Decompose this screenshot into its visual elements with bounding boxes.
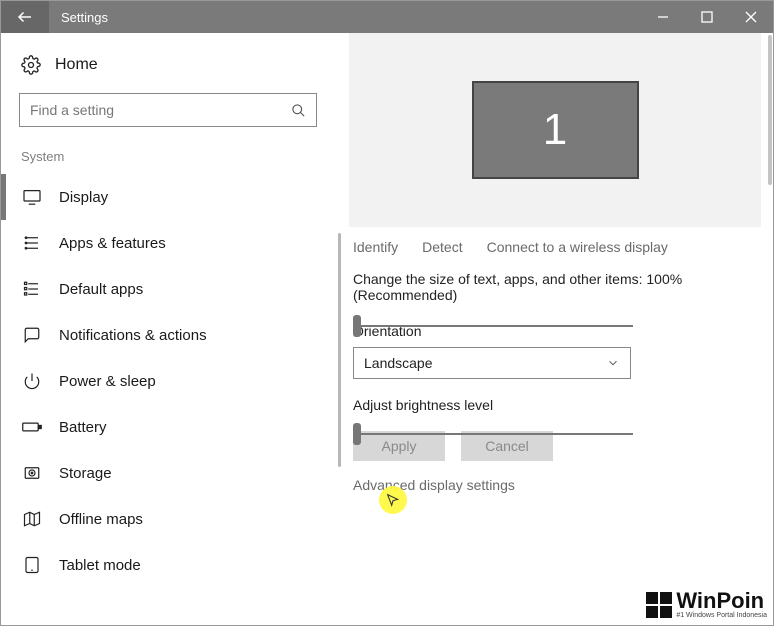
- back-button[interactable]: [1, 1, 49, 33]
- titlebar: Settings: [1, 1, 773, 33]
- apps-icon: [21, 234, 43, 252]
- nav-item-apps[interactable]: Apps & features: [19, 220, 333, 266]
- main-panel: 1 Identify Detect Connect to a wireless …: [341, 33, 773, 625]
- maximize-button[interactable]: [685, 1, 729, 33]
- nav-item-display[interactable]: Display: [19, 174, 333, 220]
- nav-item-power[interactable]: Power & sleep: [19, 358, 333, 404]
- nav-label: Apps & features: [59, 235, 166, 252]
- nav-item-tablet[interactable]: Tablet mode: [19, 542, 333, 588]
- search-icon: [291, 103, 306, 118]
- gear-icon: [21, 55, 41, 75]
- chevron-down-icon: [606, 356, 620, 370]
- maps-icon: [21, 510, 43, 528]
- window-title: Settings: [49, 10, 641, 25]
- nav-label: Battery: [59, 419, 107, 436]
- storage-icon: [21, 464, 43, 482]
- window-controls: [641, 1, 773, 33]
- display-icon: [21, 189, 43, 205]
- detect-link[interactable]: Detect: [422, 239, 462, 255]
- cancel-button[interactable]: Cancel: [461, 431, 553, 461]
- connect-wireless-link[interactable]: Connect to a wireless display: [487, 239, 668, 255]
- monitor-tile[interactable]: 1: [472, 81, 639, 179]
- nav-label: Offline maps: [59, 511, 143, 528]
- nav-item-notifications[interactable]: Notifications & actions: [19, 312, 333, 358]
- home-link[interactable]: Home: [19, 53, 333, 93]
- nav-label: Tablet mode: [59, 557, 141, 574]
- sidebar: Home Find a setting System Display Apps …: [1, 33, 341, 625]
- tablet-icon: [21, 556, 43, 574]
- close-button[interactable]: [729, 1, 773, 33]
- search-input[interactable]: Find a setting: [19, 93, 317, 127]
- watermark: WinPoin #1 Windows Portal Indonesia: [646, 590, 767, 619]
- identify-link[interactable]: Identify: [353, 239, 398, 255]
- nav-label: Notifications & actions: [59, 327, 207, 344]
- nav-item-maps[interactable]: Offline maps: [19, 496, 333, 542]
- battery-icon: [21, 420, 43, 434]
- minimize-button[interactable]: [641, 1, 685, 33]
- orientation-value: Landscape: [364, 355, 433, 371]
- default-apps-icon: [21, 280, 43, 298]
- advanced-display-link[interactable]: Advanced display settings: [353, 477, 749, 493]
- nav-label: Default apps: [59, 281, 143, 298]
- watermark-logo-icon: [646, 592, 672, 618]
- nav-item-battery[interactable]: Battery: [19, 404, 333, 450]
- power-icon: [21, 372, 43, 390]
- home-label: Home: [55, 56, 98, 74]
- notifications-icon: [21, 326, 43, 344]
- search-placeholder: Find a setting: [30, 102, 291, 118]
- nav-item-storage[interactable]: Storage: [19, 450, 333, 496]
- apply-button[interactable]: Apply: [353, 431, 445, 461]
- nav-label: Storage: [59, 465, 112, 482]
- scale-label: Change the size of text, apps, and other…: [353, 269, 749, 305]
- nav-label: Power & sleep: [59, 373, 156, 390]
- watermark-brand: WinPoin: [676, 590, 767, 612]
- section-label: System: [19, 149, 333, 164]
- main-scrollbar[interactable]: [768, 35, 772, 185]
- nav-list: Display Apps & features Default apps Not…: [19, 174, 333, 588]
- brightness-label: Adjust brightness level: [353, 397, 749, 413]
- display-preview: 1: [349, 33, 761, 227]
- nav-item-default-apps[interactable]: Default apps: [19, 266, 333, 312]
- nav-label: Display: [59, 189, 108, 206]
- watermark-tagline: #1 Windows Portal Indonesia: [676, 612, 767, 619]
- orientation-dropdown[interactable]: Landscape: [353, 347, 631, 379]
- cursor-highlight: [379, 486, 407, 514]
